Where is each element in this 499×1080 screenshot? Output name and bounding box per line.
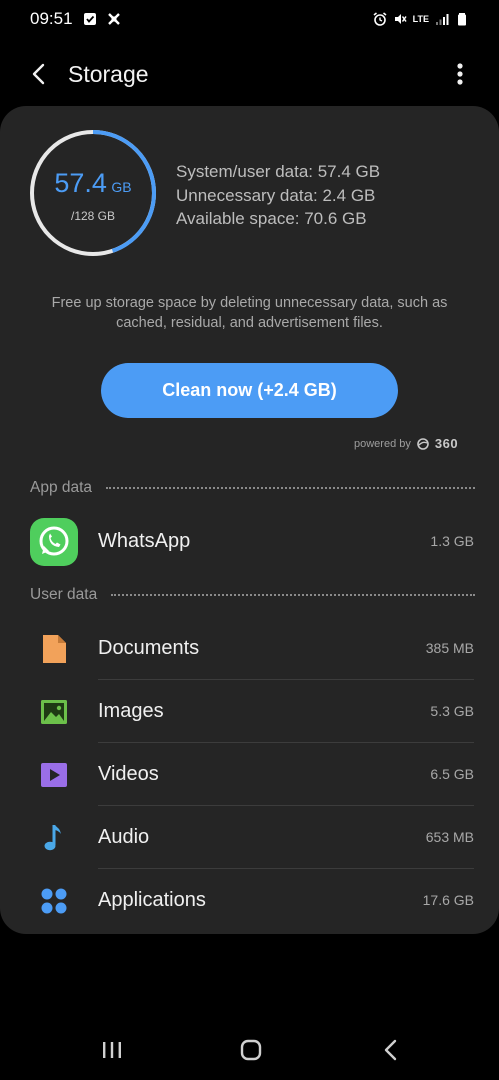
list-item-documents[interactable]: Documents 385 MB: [0, 617, 499, 680]
360-logo-icon: [417, 437, 429, 450]
more-options-icon[interactable]: [448, 60, 472, 88]
used-storage-number: 57.4: [54, 168, 107, 198]
applications-icon: [41, 888, 67, 914]
powered-by-brand: 360: [434, 436, 459, 451]
list-item-whatsapp[interactable]: WhatsApp 1.3 GB: [0, 510, 499, 573]
category-size: 6.5 GB: [430, 766, 474, 782]
status-bar: 09:51 LTE: [0, 0, 499, 38]
powered-by-label: powered by 360: [354, 436, 458, 451]
used-storage-value: 57.4 GB: [28, 168, 158, 199]
total-storage-label: /128 GB: [70, 209, 116, 223]
app-data-label: App data: [30, 479, 93, 496]
back-arrow-icon[interactable]: [26, 60, 54, 88]
category-name: Videos: [98, 763, 159, 785]
app-bar: Storage: [0, 48, 499, 100]
document-icon: [43, 635, 66, 663]
section-divider: [106, 487, 475, 489]
recent-apps-icon[interactable]: [98, 1036, 126, 1064]
video-icon: [41, 763, 67, 787]
category-size: 5.3 GB: [430, 703, 474, 719]
category-size: 385 MB: [425, 640, 474, 656]
category-size: 17.6 GB: [422, 892, 474, 908]
system-navigation-bar: [0, 1020, 499, 1080]
back-nav-icon[interactable]: [377, 1036, 405, 1064]
app-data-header: App data: [30, 479, 475, 497]
app-name: WhatsApp: [98, 530, 191, 552]
category-name: Applications: [98, 889, 206, 911]
signal-icon: [436, 14, 449, 25]
clean-now-button[interactable]: Clean now (+2.4 GB): [101, 363, 398, 418]
powered-by-text: powered by: [354, 437, 411, 450]
status-time: 09:51: [30, 9, 73, 28]
whatsapp-icon: [30, 518, 78, 566]
image-icon: [41, 700, 67, 724]
user-data-label: User data: [30, 586, 98, 603]
cleanup-hint: Free up storage space by deleting unnece…: [51, 295, 448, 331]
list-item-applications[interactable]: Applications 17.6 GB: [0, 869, 499, 932]
category-name: Documents: [98, 637, 200, 659]
used-storage-unit: GB: [111, 179, 132, 195]
page-title: Storage: [68, 61, 149, 87]
category-size: 653 MB: [425, 829, 474, 845]
unnecessary-data-label: Unnecessary data: 2.4 GB: [176, 185, 376, 205]
category-name: Audio: [98, 826, 150, 848]
section-divider: [111, 594, 475, 596]
alarm-icon: [373, 12, 387, 26]
app-size: 1.3 GB: [430, 533, 474, 549]
mute-icon: [394, 14, 407, 24]
storage-summary: System/user data: 57.4 GB Unnecessary da…: [176, 160, 380, 231]
network-type-label: LTE: [412, 13, 429, 24]
app-notification-icon: [107, 13, 120, 25]
list-item-videos[interactable]: Videos 6.5 GB: [0, 743, 499, 806]
user-data-header: User data: [30, 586, 475, 604]
battery-icon: [458, 13, 466, 26]
list-item-images[interactable]: Images 5.3 GB: [0, 680, 499, 743]
system-user-data-label: System/user data: 57.4 GB: [176, 162, 381, 181]
available-space-label: Available space: 70.6 GB: [176, 209, 367, 228]
home-icon[interactable]: [237, 1036, 265, 1064]
category-name: Images: [98, 700, 164, 722]
list-item-audio[interactable]: Audio 653 MB: [0, 806, 499, 869]
audio-icon: [44, 825, 61, 851]
check-notification-icon: [83, 13, 96, 25]
